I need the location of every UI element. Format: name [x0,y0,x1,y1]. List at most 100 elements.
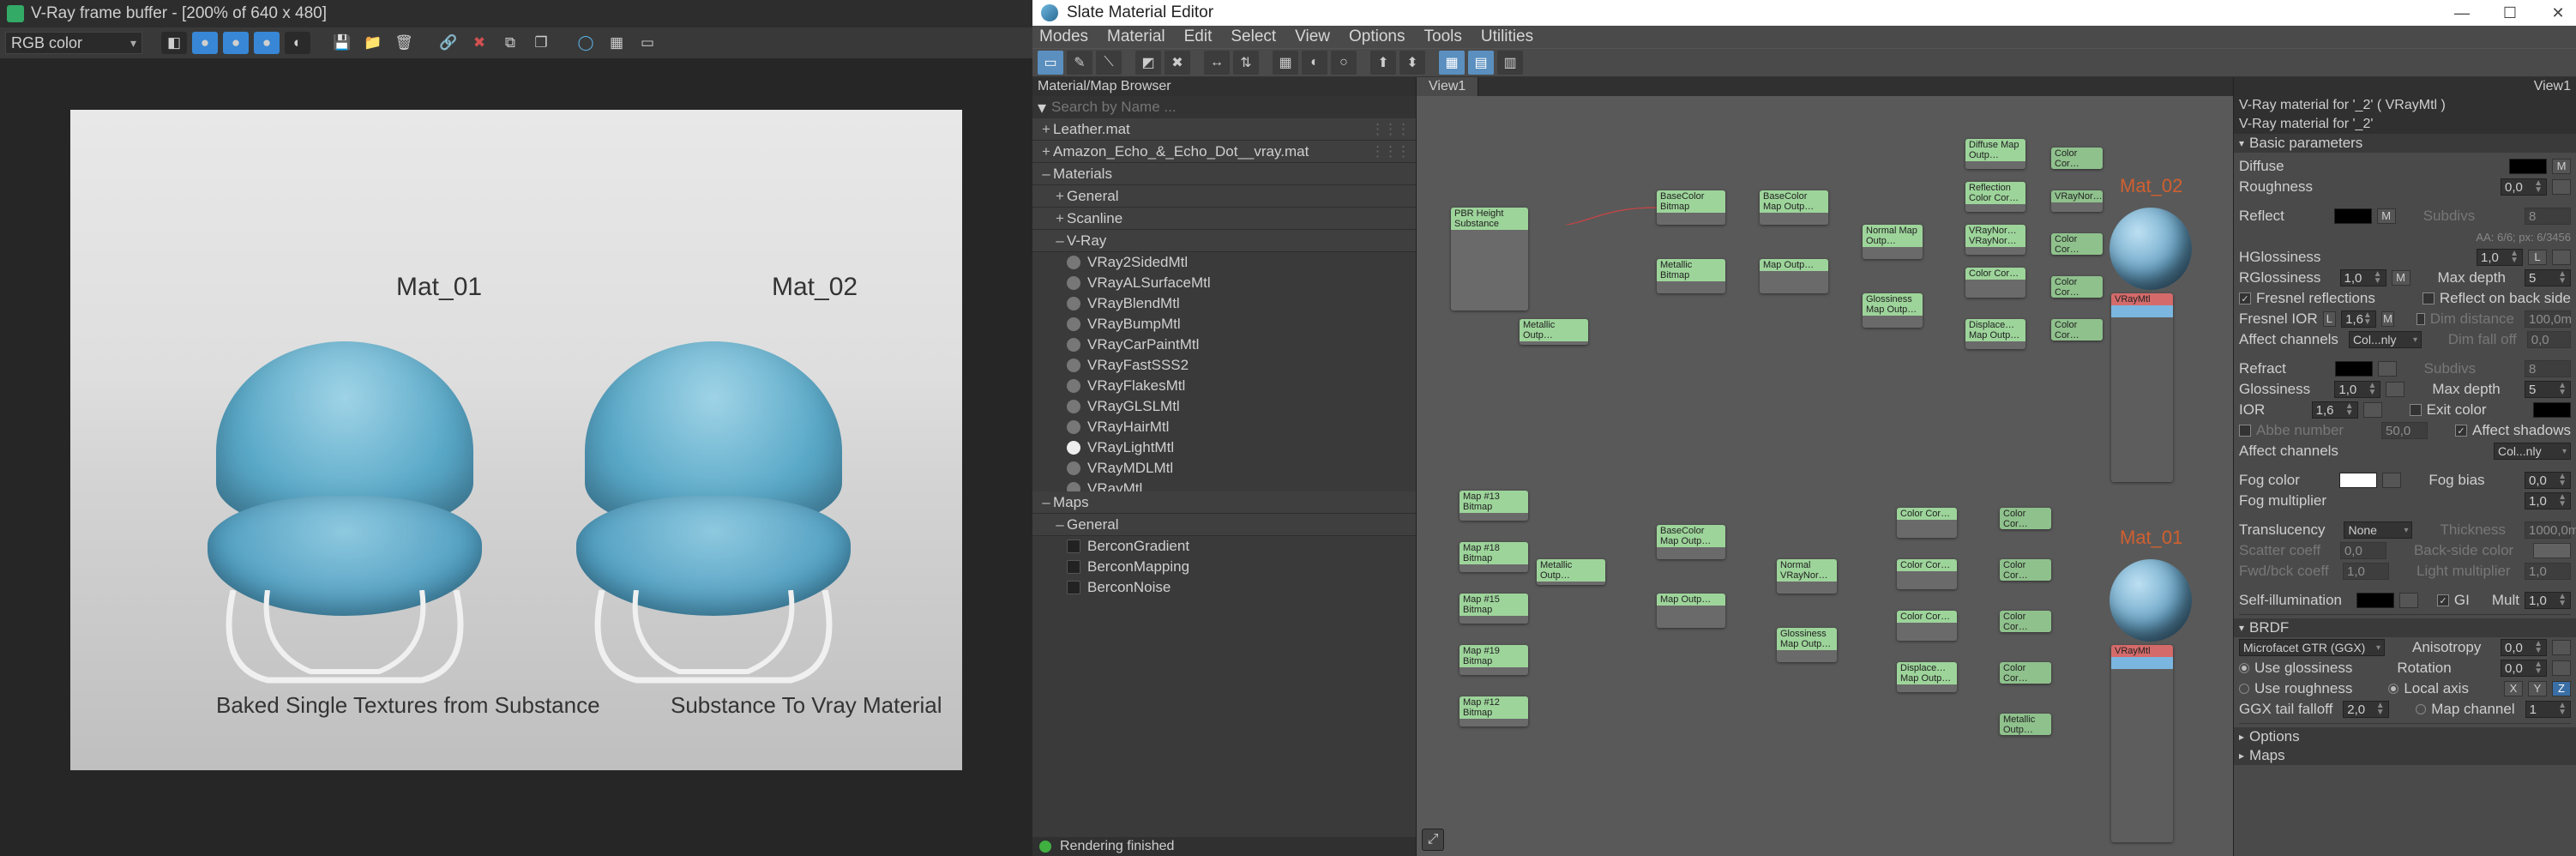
copy-icon[interactable]: ⧉ [497,32,523,54]
graph-node[interactable]: Metallic Outp… [1520,319,1588,345]
tool-grid-icon[interactable]: ▦ [1439,51,1465,75]
preview-sphere-mat02[interactable] [2110,208,2192,290]
roughness-spin[interactable]: 0,0▲▼ [2501,178,2547,196]
diffuse-color[interactable] [2509,159,2547,174]
channel-mono-icon[interactable]: ◧ [161,32,187,54]
brdf-dropdown[interactable]: Microfacet GTR (GGX) [2239,639,2385,656]
graph-node[interactable]: Diffuse Map Outp… [1965,139,2025,169]
refl-maxdepth-spin[interactable]: 5▲▼ [2525,269,2571,286]
ior-spin[interactable]: 1,6▲▼ [2312,401,2358,419]
menu-material[interactable]: Material [1107,27,1165,46]
graph-node[interactable]: Glossiness Map Outp… [1777,628,1837,662]
rotation-map-button[interactable] [2552,660,2571,676]
navigator-icon[interactable]: ⤢ [1422,829,1444,851]
lib-amazon[interactable]: +Amazon_Echo_&_Echo_Dot__vray.mat⋮⋮⋮ [1032,141,1416,163]
fresnelior-lock[interactable]: L [2323,311,2336,327]
dimdist-check[interactable] [2417,313,2425,325]
anisotropy-spin[interactable]: 0,0▲▼ [2501,639,2547,656]
gloss-spin[interactable]: 1,0▲▼ [2334,381,2380,398]
graph-node[interactable]: Map Outp… [1760,259,1828,293]
rollup-options[interactable]: Options [2234,727,2576,746]
graph-node[interactable]: Color Cor… [1897,508,1957,538]
graph-node[interactable]: Color Cor… [2000,508,2051,529]
reflect-map-button[interactable]: M [2377,208,2396,224]
mat-item[interactable]: VRayBumpMtl [1032,314,1416,335]
graph-node[interactable]: Normal Map Outp… [1863,225,1923,259]
preview-sphere-mat01[interactable] [2110,559,2192,642]
tool-select-icon[interactable]: ▭ [1038,51,1063,75]
search-input[interactable] [1051,99,1411,116]
reflect-color[interactable] [2334,208,2372,224]
cat-maps[interactable]: –Maps [1032,491,1416,514]
affect-dropdown[interactable]: Col...nly [2349,331,2422,348]
slate-titlebar[interactable]: Slate Material Editor — ☐ ✕ [1032,0,2576,26]
graph-node[interactable]: Map #13 Bitmap [1460,491,1528,521]
graph-node[interactable]: BaseColor Map Outp… [1760,190,1828,225]
graph-node[interactable]: Reflection Color Cor… [1965,182,2025,212]
minimize-button[interactable]: — [2449,4,2475,22]
refract-map-button[interactable] [2378,361,2397,377]
tool-snap-icon[interactable]: ▤ [1468,51,1494,75]
cat-general[interactable]: +General [1032,185,1416,208]
tool-layout-icon[interactable]: ⇅ [1233,51,1259,75]
fresnelior-spin[interactable]: 1,6▲▼ [2341,310,2376,328]
menu-view[interactable]: View [1295,27,1330,46]
exitcolor-swatch[interactable] [2533,402,2571,418]
graph-node-material[interactable]: VRayMtl [2111,293,2173,482]
fogcolor-map-button[interactable] [2382,473,2401,488]
map-item[interactable]: BerconMapping [1032,557,1416,577]
graph-node[interactable]: Color Cor… [2000,559,2051,581]
exitcolor-check[interactable] [2410,404,2422,416]
channel-dropdown[interactable]: RGB color [5,32,142,54]
rollup-brdf[interactable]: BRDF [2234,618,2576,637]
tab-view1[interactable]: View1 [1417,77,1478,96]
save-icon[interactable]: 💾 [329,32,355,54]
hgloss-spin[interactable]: 1,0▲▼ [2477,249,2523,266]
mat-item[interactable]: VRayHairMtl [1032,417,1416,437]
graph-node[interactable]: Color Cor… [2051,233,2103,255]
tool-showmap-icon[interactable]: ▦ [1273,51,1298,75]
anisotropy-map-button[interactable] [2552,640,2571,655]
userough-radio[interactable] [2239,684,2249,694]
cat-scanline[interactable]: +Scanline [1032,208,1416,230]
graph-node[interactable]: Map #18 Bitmap [1460,542,1528,572]
graph-node[interactable]: Color Cor… [1897,611,1957,641]
tool-delete-icon[interactable]: ✖ [1165,51,1190,75]
graph-node[interactable]: PBR Height Substance [1451,208,1528,310]
axis-z-button[interactable]: Z [2552,681,2571,696]
channel-g-icon[interactable]: ● [223,32,249,54]
graph-node[interactable]: VRayNor… VRayNor… [1965,225,2025,255]
rgloss-spin[interactable]: 1,0▲▼ [2340,269,2386,286]
mat-item[interactable]: VRayCarPaintMtl [1032,335,1416,355]
graph-node[interactable]: Displace… Map Outp… [1897,662,1957,692]
rollup-basic[interactable]: Basic parameters [2234,134,2576,153]
mat-item[interactable]: VRayFastSSS2 [1032,355,1416,376]
graph-node[interactable]: Metallic Outp… [1537,559,1605,585]
gi-check[interactable] [2437,594,2449,606]
graph-node[interactable]: Normal VRayNor… [1777,559,1837,594]
selfillum-swatch[interactable] [2356,593,2394,608]
localaxis-radio[interactable] [2388,684,2398,694]
vfb-titlebar[interactable]: V-Ray frame buffer - [200% of 640 x 480] [0,0,1032,27]
fresnel-check[interactable] [2239,292,2251,304]
tool-pick-icon[interactable]: ✎ [1067,51,1092,75]
fogcolor-swatch[interactable] [2339,473,2377,488]
graph-node[interactable]: Color Cor… [2051,276,2103,298]
tool-sample-icon[interactable]: ○ [1331,51,1357,75]
graph-node[interactable]: Color Cor… [1897,559,1957,589]
load-icon[interactable]: 📁 [360,32,386,54]
cat-maps-general[interactable]: –General [1032,514,1416,536]
cat-materials[interactable]: –Materials [1032,163,1416,185]
graph-node[interactable]: Displace… Map Outp… [1965,319,2025,349]
affshadow-check[interactable] [2455,425,2467,437]
maximize-button[interactable]: ☐ [2497,4,2523,22]
graph-node[interactable]: BaseColor Bitmap [1657,190,1725,225]
graph-node[interactable]: Color Cor… [1965,268,2025,298]
menu-tools[interactable]: Tools [1424,27,1462,46]
tool-assign-icon[interactable]: ◩ [1135,51,1161,75]
map-item[interactable]: BerconGradient [1032,536,1416,557]
mat-item[interactable]: VRayLightMtl [1032,437,1416,458]
stop-render-icon[interactable]: ✖ [466,32,492,54]
mat-item[interactable]: VRayFlakesMtl [1032,376,1416,396]
ior-map-button[interactable] [2363,402,2382,418]
